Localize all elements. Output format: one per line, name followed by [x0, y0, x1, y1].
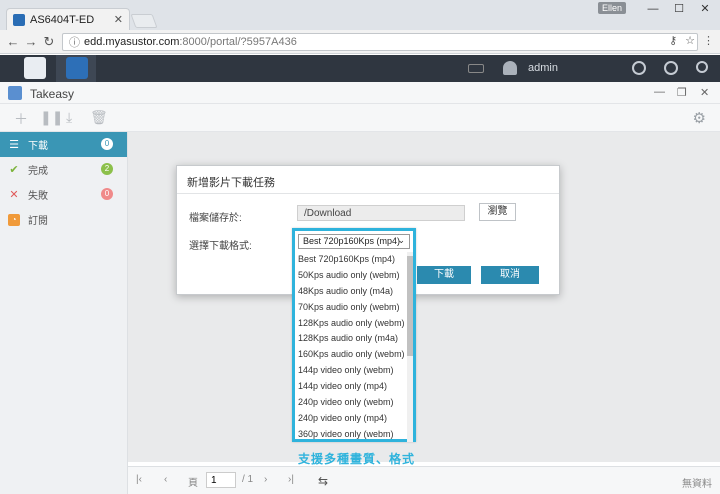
x-icon: ✕ — [9, 189, 19, 201]
sidebar-item-subscription[interactable]: ◔ 訂閱 — [0, 207, 127, 232]
url-input[interactable]: ⓘ edd.myasustor.com:8000/portal/?5957A43… — [62, 33, 698, 51]
app-title-bar: Takeasy — ❐ ✕ — [0, 82, 720, 104]
sidebar: ☰ 下載 0 ✔ 完成 2 ✕ 失敗 0 ◔ 訂閱 — [0, 132, 128, 494]
sidebar-item-completed[interactable]: ✔ 完成 2 — [0, 157, 127, 182]
browser-user-chip[interactable]: Ellen — [598, 2, 627, 14]
format-option[interactable]: 128Kps audio only (m4a) — [295, 331, 407, 347]
page-input[interactable] — [206, 472, 236, 488]
favicon-icon — [13, 13, 25, 26]
pause-icon[interactable]: ❚❚ — [40, 109, 63, 126]
maximize-icon[interactable]: ☐ — [666, 2, 692, 16]
check-icon: ✔ — [9, 164, 19, 176]
forward-icon[interactable]: → — [22, 34, 40, 49]
no-data-text: 無資料 — [682, 479, 712, 490]
reload-icon[interactable]: ↻ — [40, 34, 58, 50]
download-icon[interactable]: ⤓ — [66, 109, 72, 126]
first-page-icon[interactable]: |‹ — [136, 474, 142, 485]
url-icons: ⚷ ☆ ⋮ — [669, 34, 714, 47]
app-minimize-icon[interactable]: — — [654, 86, 665, 98]
format-option[interactable]: Best 720p160Kps (mp4) — [295, 252, 407, 268]
menu-icon[interactable]: ⋮ — [703, 34, 714, 47]
format-option[interactable]: 128Kps audio only (webm) — [295, 316, 407, 332]
new-tab-button[interactable] — [130, 14, 158, 28]
format-option[interactable]: 240p video only (mp4) — [295, 411, 407, 427]
format-option[interactable]: 144p video only (webm) — [295, 363, 407, 379]
minimize-icon[interactable]: — — [640, 2, 666, 16]
cancel-button[interactable]: 取消 — [481, 266, 539, 284]
format-option[interactable]: 50Kps audio only (webm) — [295, 268, 407, 284]
format-option[interactable]: 70Kps audio only (webm) — [295, 300, 407, 316]
list-icon: ☰ — [9, 139, 19, 151]
app-restore-icon[interactable]: ❐ — [677, 86, 687, 99]
count-badge: 2 — [101, 163, 113, 175]
page-prefix: 頁 — [188, 478, 198, 489]
page-total: / 1 — [242, 474, 254, 485]
format-option[interactable]: 160Kps audio only (webm) — [295, 347, 407, 363]
save-path-field[interactable]: /Download — [297, 205, 465, 221]
save-location-label: 檔案儲存於: — [189, 213, 242, 224]
star-icon[interactable]: ☆ — [685, 34, 695, 47]
refresh-icon[interactable]: ⇆ — [318, 474, 328, 488]
user-icon[interactable] — [503, 61, 517, 75]
chevron-down-icon: ⌄ — [397, 235, 405, 245]
url-host: edd.myasustor.com — [84, 36, 180, 48]
add-icon[interactable]: ＋ — [14, 109, 28, 129]
pagination-bar: |‹ ‹ 頁 / 1 › ›| ⇆ 無資料 — [128, 466, 720, 494]
gear-icon[interactable]: ⚙ — [693, 109, 706, 127]
sidebar-item-label: 訂閱 — [28, 216, 48, 227]
info-icon: ⓘ — [69, 37, 80, 49]
app-close-icon[interactable]: ✕ — [700, 86, 709, 99]
address-bar: ← → ↻ ⓘ edd.myasustor.com:8000/portal/?5… — [0, 30, 720, 54]
count-badge: 0 — [101, 138, 113, 150]
app-title: Takeasy — [30, 87, 75, 101]
takeasy-app-icon[interactable] — [66, 57, 88, 79]
format-option[interactable]: 360p video only (webm) — [295, 427, 407, 443]
next-page-icon[interactable]: › — [264, 474, 267, 485]
format-option[interactable]: 144p video only (mp4) — [295, 379, 407, 395]
trash-icon[interactable]: 🗑 — [90, 109, 108, 126]
browser-tab[interactable]: AS6404T-ED ✕ — [6, 8, 130, 30]
sidebar-item-label: 下載 — [28, 141, 48, 152]
search-icon[interactable] — [696, 61, 708, 73]
notification-icon[interactable] — [632, 61, 646, 75]
feature-caption: 支援多種畫質、格式 — [298, 452, 416, 466]
key-icon[interactable]: ⚷ — [669, 34, 677, 47]
nas-top-bar: admin — [0, 55, 720, 82]
clock-icon[interactable] — [664, 61, 678, 75]
close-window-icon[interactable]: ✕ — [692, 2, 718, 16]
tab-title: AS6404T-ED — [30, 13, 95, 26]
format-label: 選擇下載格式: — [189, 241, 252, 252]
prev-page-icon[interactable]: ‹ — [164, 474, 167, 485]
keyboard-icon[interactable] — [468, 64, 484, 73]
dialog-title: 新增影片下載任務 — [177, 166, 559, 194]
sidebar-item-failed[interactable]: ✕ 失敗 0 — [0, 182, 127, 207]
app-center-icon[interactable] — [24, 57, 46, 79]
format-option[interactable]: 48Kps audio only (m4a) — [295, 284, 407, 300]
last-page-icon[interactable]: ›| — [288, 474, 294, 485]
format-select[interactable]: Best 720p160Kps (mp4) ⌄ — [298, 234, 410, 249]
download-button[interactable]: 下載 — [417, 266, 471, 284]
url-path: :8000/portal/?5957A436 — [179, 36, 297, 48]
dropdown-scrollbar[interactable] — [407, 252, 413, 442]
scrollbar-thumb[interactable] — [407, 256, 413, 356]
format-dropdown[interactable]: Best 720p160Kps (mp4) ⌄ Best 720p160Kps … — [292, 228, 416, 442]
takeasy-logo-icon — [8, 86, 22, 100]
count-badge: 0 — [101, 188, 113, 200]
tab-close-icon[interactable]: ✕ — [114, 13, 123, 26]
sidebar-item-label: 完成 — [28, 166, 48, 177]
browse-button[interactable]: 瀏覽 — [479, 203, 516, 221]
username[interactable]: admin — [528, 62, 558, 74]
back-icon[interactable]: ← — [4, 34, 22, 49]
sidebar-item-label: 失敗 — [28, 191, 48, 202]
toolbar: ＋ ❚❚ ⤓ 🗑 ⚙ — [0, 104, 720, 132]
format-option[interactable]: 240p video only (webm) — [295, 395, 407, 411]
format-option-list: Best 720p160Kps (mp4) 50Kps audio only (… — [295, 252, 407, 442]
selected-format: Best 720p160Kps (mp4) — [303, 236, 401, 246]
browser-tab-bar: AS6404T-ED ✕ Ellen — ☐ ✕ — [0, 0, 720, 30]
sidebar-item-downloading[interactable]: ☰ 下載 0 — [0, 132, 127, 157]
rss-icon: ◔ — [8, 213, 20, 226]
